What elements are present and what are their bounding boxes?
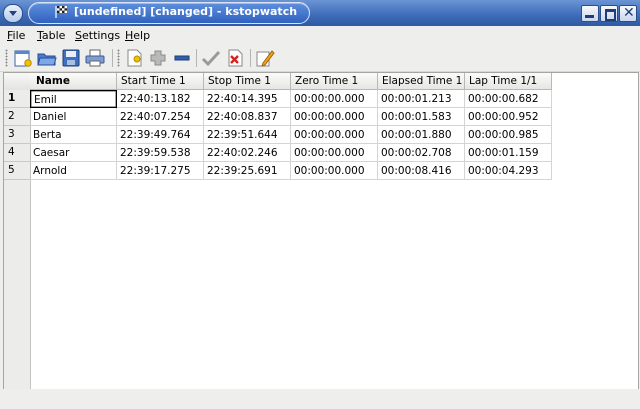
table-cell[interactable]: 22:39:59.538 <box>117 144 204 162</box>
open-folder-icon[interactable] <box>37 48 57 68</box>
table-corner[interactable] <box>4 73 30 91</box>
close-icon: ✕ <box>623 5 635 21</box>
menu-settings[interactable]: Settings <box>75 29 120 42</box>
table-cell[interactable]: 22:40:13.182 <box>117 90 204 108</box>
table-cell[interactable]: 22:40:07.254 <box>117 108 204 126</box>
column-header-start-time[interactable]: Start Time 1 <box>117 73 204 90</box>
table-cell[interactable]: 22:40:08.837 <box>204 108 291 126</box>
table-cell[interactable]: 22:40:14.395 <box>204 90 291 108</box>
new-file-icon[interactable] <box>13 48 33 68</box>
menu-table-label: able <box>41 29 66 42</box>
table-cell[interactable]: 22:39:25.691 <box>204 162 291 180</box>
table-cell[interactable]: 22:39:17.275 <box>117 162 204 180</box>
row-header[interactable]: 1 <box>4 90 30 108</box>
toolbar-separator-3 <box>250 49 251 67</box>
row-header[interactable]: 2 <box>4 108 30 126</box>
table-cell[interactable]: 00:00:08.416 <box>378 162 465 180</box>
menu-settings-label: ettings <box>81 29 121 42</box>
menu-help-label: elp <box>133 29 151 42</box>
toolbar-separator <box>112 49 113 67</box>
menu-file-label: ile <box>12 29 26 42</box>
table-cell[interactable]: Arnold <box>30 162 117 180</box>
kstopwatch-window: [undefined] [changed] - kstopwatch ✕ Fil… <box>0 0 640 409</box>
table-cell[interactable]: 00:00:02.708 <box>378 144 465 162</box>
table-cell[interactable]: Emil <box>30 90 117 108</box>
toolbar-separator-2 <box>196 49 197 67</box>
table-cell[interactable]: Caesar <box>30 144 117 162</box>
column-header-elapsed-time[interactable]: Elapsed Time 1 <box>378 73 465 90</box>
table-cell[interactable]: 00:00:04.293 <box>465 162 552 180</box>
table-cell[interactable]: 22:39:51.644 <box>204 126 291 144</box>
table-cell[interactable]: 00:00:00.000 <box>291 162 378 180</box>
table-cell[interactable]: 00:00:01.880 <box>378 126 465 144</box>
print-icon[interactable] <box>85 48 105 68</box>
menu-bar: File Table Settings Help <box>0 26 640 44</box>
table-cell[interactable]: 00:00:00.000 <box>291 108 378 126</box>
status-bar <box>0 389 640 409</box>
delete-icon[interactable] <box>225 48 245 68</box>
menu-table[interactable]: Table <box>37 29 65 42</box>
column-header-name[interactable]: Name <box>30 73 117 90</box>
window-title: [undefined] [changed] - kstopwatch <box>74 5 298 18</box>
toolbar-grip-2[interactable] <box>117 49 120 67</box>
toolbar-grip[interactable] <box>5 49 8 67</box>
window-menu-button[interactable] <box>3 4 23 23</box>
new-row-icon[interactable] <box>124 48 144 68</box>
row-header[interactable]: 3 <box>4 126 30 144</box>
add-icon[interactable] <box>148 48 168 68</box>
minimize-button[interactable] <box>581 5 599 22</box>
table-cell[interactable]: 00:00:01.213 <box>378 90 465 108</box>
maximize-button[interactable] <box>600 5 618 22</box>
save-icon[interactable] <box>61 48 81 68</box>
table-cell[interactable]: 00:00:00.000 <box>291 90 378 108</box>
column-header-lap-time[interactable]: Lap Time 1/1 <box>465 73 552 90</box>
menu-help[interactable]: Help <box>125 29 150 42</box>
edit-icon[interactable] <box>255 48 275 68</box>
data-table[interactable]: 1 2 3 4 5 Name Start Time 1 Stop Time 1 … <box>3 72 639 390</box>
title-bar[interactable]: [undefined] [changed] - kstopwatch ✕ <box>0 0 640 26</box>
table-cell[interactable]: 00:00:00.682 <box>465 90 552 108</box>
table-cell[interactable]: 00:00:01.583 <box>378 108 465 126</box>
remove-icon[interactable] <box>172 48 192 68</box>
close-button[interactable]: ✕ <box>619 5 637 22</box>
table-cell[interactable]: 00:00:01.159 <box>465 144 552 162</box>
table-cell[interactable]: 22:40:02.246 <box>204 144 291 162</box>
menu-settings-mnemonic: S <box>75 29 82 42</box>
table-cell[interactable]: 00:00:00.952 <box>465 108 552 126</box>
table-cell[interactable]: 00:00:00.985 <box>465 126 552 144</box>
check-icon[interactable] <box>201 48 221 68</box>
table-cell[interactable]: Berta <box>30 126 117 144</box>
table-cell[interactable]: 00:00:00.000 <box>291 126 378 144</box>
row-header-column: 1 2 3 4 5 <box>4 73 31 389</box>
menu-file[interactable]: File <box>7 29 25 42</box>
column-header-stop-time[interactable]: Stop Time 1 <box>204 73 291 90</box>
toolbar <box>0 45 640 72</box>
row-header[interactable]: 4 <box>4 144 30 162</box>
row-header[interactable]: 5 <box>4 162 30 180</box>
column-header-zero-time[interactable]: Zero Time 1 <box>291 73 378 90</box>
table-cell[interactable]: Daniel <box>30 108 117 126</box>
table-cell[interactable]: 00:00:00.000 <box>291 144 378 162</box>
checkered-flag-icon <box>55 6 67 18</box>
table-cell[interactable]: 22:39:49.764 <box>117 126 204 144</box>
